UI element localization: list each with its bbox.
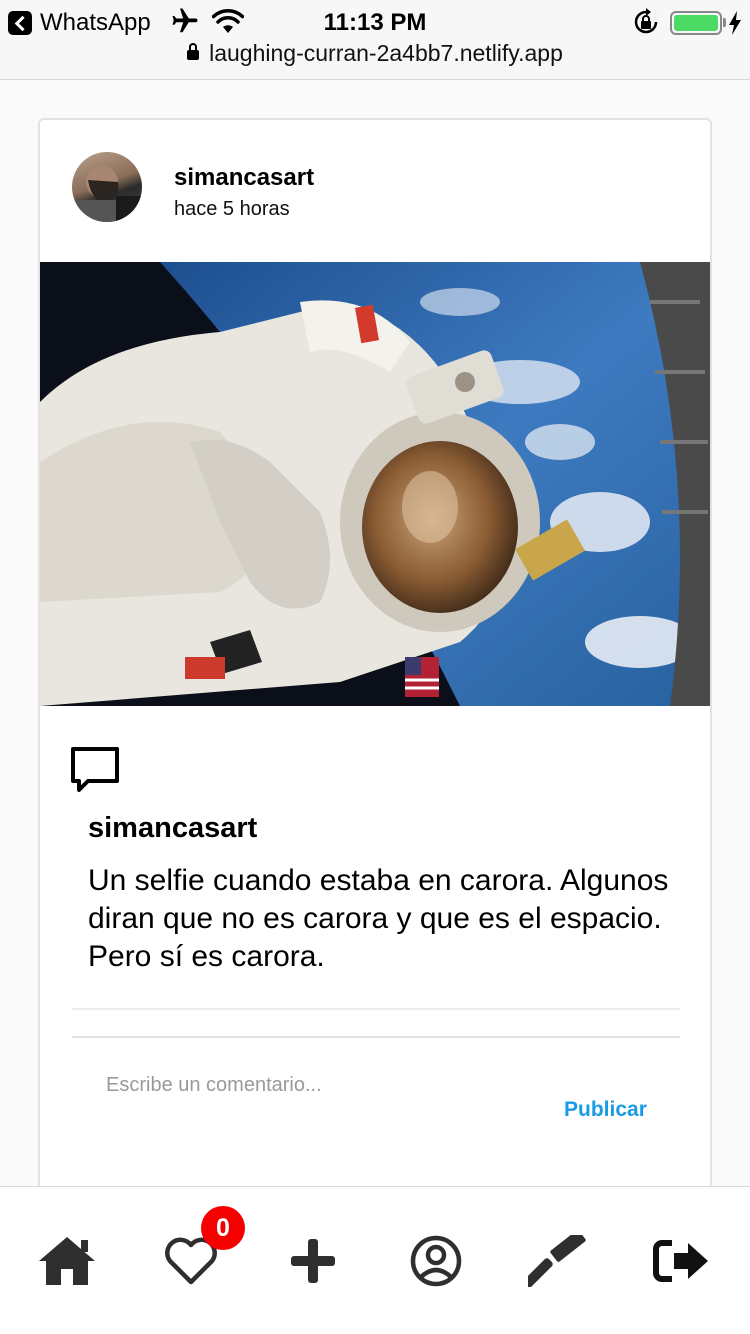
lock-icon [187, 43, 200, 60]
nav-create-post[interactable] [283, 1235, 343, 1287]
publish-comment-button[interactable]: Publicar [564, 1098, 647, 1122]
avatar[interactable] [72, 152, 142, 222]
comment-input[interactable] [106, 1068, 526, 1102]
divider [72, 1036, 680, 1038]
caption-author[interactable]: simancasart [88, 812, 257, 845]
browser-status-bar: WhatsApp 11:13 PM laughing-curran-2a4bb7… [0, 0, 750, 80]
nav-home[interactable] [37, 1235, 97, 1287]
nav-logout[interactable] [652, 1235, 712, 1287]
bottom-navigation: 0 [0, 1186, 750, 1334]
plus-icon [291, 1239, 335, 1283]
url-text: laughing-curran-2a4bb7.netlify.app [209, 40, 563, 66]
battery-indicator [670, 11, 722, 35]
sign-out-icon [653, 1240, 708, 1282]
post-caption: Un selfie cuando estaba en carora. Algun… [88, 864, 669, 973]
post-timestamp: hace 5 horas [174, 198, 290, 220]
battery-tip [723, 18, 726, 27]
notification-count-badge: 0 [201, 1206, 245, 1250]
avatar-photo [72, 166, 142, 222]
home-icon [39, 1237, 95, 1285]
post-author[interactable]: simancasart [174, 164, 314, 192]
nav-tools[interactable] [528, 1235, 588, 1287]
post-card: simancasart hace 5 horas simancasart Un … [38, 118, 712, 1198]
comment-icon[interactable] [70, 746, 120, 794]
post-image [40, 262, 710, 706]
user-circle-icon [410, 1235, 462, 1287]
rotation-lock-icon [634, 8, 658, 34]
hammer-icon [528, 1235, 586, 1287]
nav-profile[interactable] [406, 1235, 466, 1287]
battery-level-fill [674, 15, 718, 31]
divider [72, 1008, 680, 1010]
url-bar[interactable]: laughing-curran-2a4bb7.netlify.app [0, 40, 750, 67]
charging-bolt-icon [729, 11, 741, 35]
